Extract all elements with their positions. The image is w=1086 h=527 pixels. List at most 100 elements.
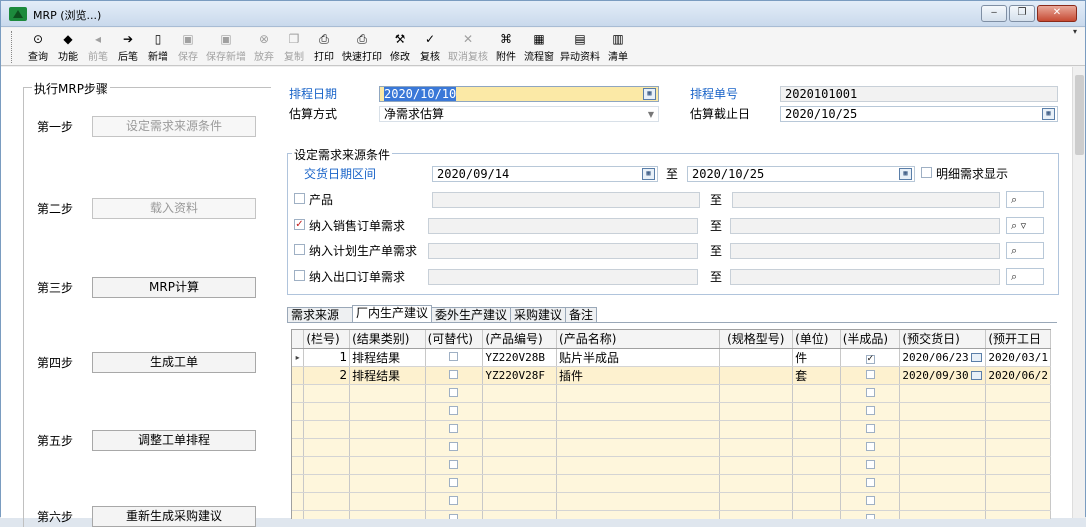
close-button[interactable]: ✕ (1037, 5, 1077, 22)
cell-product-code[interactable] (482, 492, 558, 511)
toolbar-button-query[interactable]: ⊙ 查询 (23, 28, 53, 65)
cell-due-date[interactable] (899, 384, 987, 403)
toolbar-button-save-new[interactable]: ▣ 保存新增 (203, 28, 249, 65)
cell-unit[interactable] (792, 456, 841, 475)
minimize-button[interactable]: ‒ (981, 5, 1007, 22)
cell-unit[interactable] (792, 438, 841, 457)
cell-product-code[interactable] (482, 456, 558, 475)
export-order-checkbox[interactable] (294, 270, 305, 281)
cell-due-date[interactable] (899, 510, 987, 519)
chevron-down-icon[interactable]: ▼ (648, 108, 654, 122)
cell-product-name[interactable] (556, 402, 720, 421)
cell-substitutable[interactable] (425, 348, 484, 367)
toolbar-button-review[interactable]: ✓ 复核 (415, 28, 445, 65)
export-order-lookup-button[interactable]: ⌕ (1006, 268, 1044, 285)
table-row[interactable]: 2 排程结果 YZ220V28F 插件 套 2020/09/30 2020/06/2 (292, 366, 1051, 385)
cell-product-code[interactable] (482, 474, 558, 493)
plan-order-lookup-button[interactable]: ⌕ (1006, 242, 1044, 259)
calendar-icon[interactable]: ▦ (643, 88, 656, 100)
row-header[interactable] (292, 402, 305, 421)
cell-product-code[interactable]: YZ220V28B (482, 348, 558, 367)
toolbar-button-change-data[interactable]: ▤ 异动资料 (557, 28, 603, 65)
semi-finished-checkbox[interactable] (865, 424, 875, 433)
cell-spec[interactable] (719, 456, 794, 475)
cell-product-code[interactable] (482, 438, 558, 457)
plan-order-from-field[interactable] (428, 243, 698, 259)
column-header-result-type[interactable]: (结果类别) (349, 330, 426, 349)
delivery-to-field[interactable]: 2020/10/25 ▦ (687, 166, 915, 182)
toolbar-button-abandon[interactable]: ⊗ 放弃 (249, 28, 279, 65)
cell-due-date[interactable] (899, 402, 987, 421)
tab-outsourced-production[interactable]: 委外生产建议 (431, 307, 512, 323)
calendar-icon[interactable]: ▦ (1042, 108, 1055, 120)
cell-semi-finished[interactable]: ✓ (840, 348, 901, 367)
step-3-button[interactable]: MRP计算 (92, 277, 256, 298)
toolbar-button-edit[interactable]: ⚒ 修改 (385, 28, 415, 65)
cell-substitutable[interactable] (425, 420, 484, 439)
cell-substitutable[interactable] (425, 492, 484, 511)
filter-icon[interactable]: ▿ (1021, 219, 1027, 232)
cell-unit[interactable]: 件 (792, 348, 841, 367)
export-order-to-field[interactable] (730, 269, 1000, 285)
cell-due-date[interactable] (899, 438, 987, 457)
step-2-button[interactable]: 载入资料 (92, 198, 256, 219)
cell-result-type[interactable] (349, 420, 426, 439)
cell-no[interactable] (303, 402, 351, 421)
semi-finished-checkbox[interactable] (865, 496, 875, 505)
cell-spec[interactable] (719, 510, 794, 519)
product-to-field[interactable] (732, 192, 1000, 208)
toolbar-button-next[interactable]: ➔ 后笔 (113, 28, 143, 65)
cell-product-name[interactable] (556, 438, 720, 457)
cell-due-date[interactable]: 2020/06/23 (899, 348, 987, 367)
sales-order-to-field[interactable] (730, 218, 1000, 234)
cell-start-date[interactable] (985, 510, 1051, 519)
row-header[interactable] (292, 438, 305, 457)
substitutable-checkbox[interactable] (449, 424, 459, 433)
cell-start-date[interactable]: 2020/06/2 (985, 366, 1051, 385)
substitutable-checkbox[interactable] (449, 370, 459, 379)
cell-substitutable[interactable] (425, 384, 484, 403)
cell-unit[interactable]: 套 (792, 366, 841, 385)
cell-result-type[interactable] (349, 456, 426, 475)
cell-product-name[interactable] (556, 384, 720, 403)
cell-unit[interactable] (792, 492, 841, 511)
cell-no[interactable] (303, 510, 351, 519)
plan-order-checkbox[interactable] (294, 244, 305, 255)
substitutable-checkbox[interactable] (449, 478, 459, 487)
sales-order-lookup-button[interactable]: ⌕ ▿ (1006, 217, 1044, 234)
cell-semi-finished[interactable] (840, 366, 901, 385)
toolbar-button-function[interactable]: ◆ 功能 (53, 28, 83, 65)
calendar-icon[interactable]: ▦ (642, 168, 655, 180)
cell-no[interactable] (303, 420, 351, 439)
substitutable-checkbox[interactable] (449, 406, 459, 415)
substitutable-checkbox[interactable] (449, 460, 459, 469)
semi-finished-checkbox[interactable] (865, 460, 875, 469)
tab-remarks[interactable]: 备注 (565, 307, 598, 323)
cell-due-date[interactable] (899, 420, 987, 439)
cell-spec[interactable] (719, 438, 794, 457)
cell-unit[interactable] (792, 510, 841, 519)
cell-start-date[interactable]: 2020/03/1 (985, 348, 1051, 367)
cell-start-date[interactable] (985, 456, 1051, 475)
cell-substitutable[interactable] (425, 510, 484, 519)
cell-no[interactable] (303, 492, 351, 511)
cell-result-type[interactable] (349, 402, 426, 421)
column-header-start-date[interactable]: (预开工日 (985, 330, 1051, 349)
plan-order-to-field[interactable] (730, 243, 1000, 259)
empty-row[interactable] (292, 474, 1051, 493)
toolbar-button-flow-window[interactable]: ▦ 流程窗 (521, 28, 557, 65)
cell-product-name[interactable] (556, 474, 720, 493)
cell-result-type[interactable] (349, 474, 426, 493)
cell-spec[interactable] (719, 366, 794, 385)
column-header-substitutable[interactable]: (可替代) (425, 330, 484, 349)
calendar-icon[interactable] (970, 353, 982, 362)
toolbar-button-prev[interactable]: ◂ 前笔 (83, 28, 113, 65)
row-header[interactable]: ▸ (292, 348, 305, 367)
cell-start-date[interactable] (985, 420, 1051, 439)
cell-product-name[interactable] (556, 510, 720, 519)
detail-display-checkbox[interactable] (921, 167, 932, 178)
toolbar-button-copy[interactable]: ❐ 复制 (279, 28, 309, 65)
cell-start-date[interactable] (985, 384, 1051, 403)
vertical-scrollbar[interactable] (1072, 67, 1085, 518)
schedule-date-field[interactable]: 2020/10/10 ▦ (379, 86, 659, 102)
